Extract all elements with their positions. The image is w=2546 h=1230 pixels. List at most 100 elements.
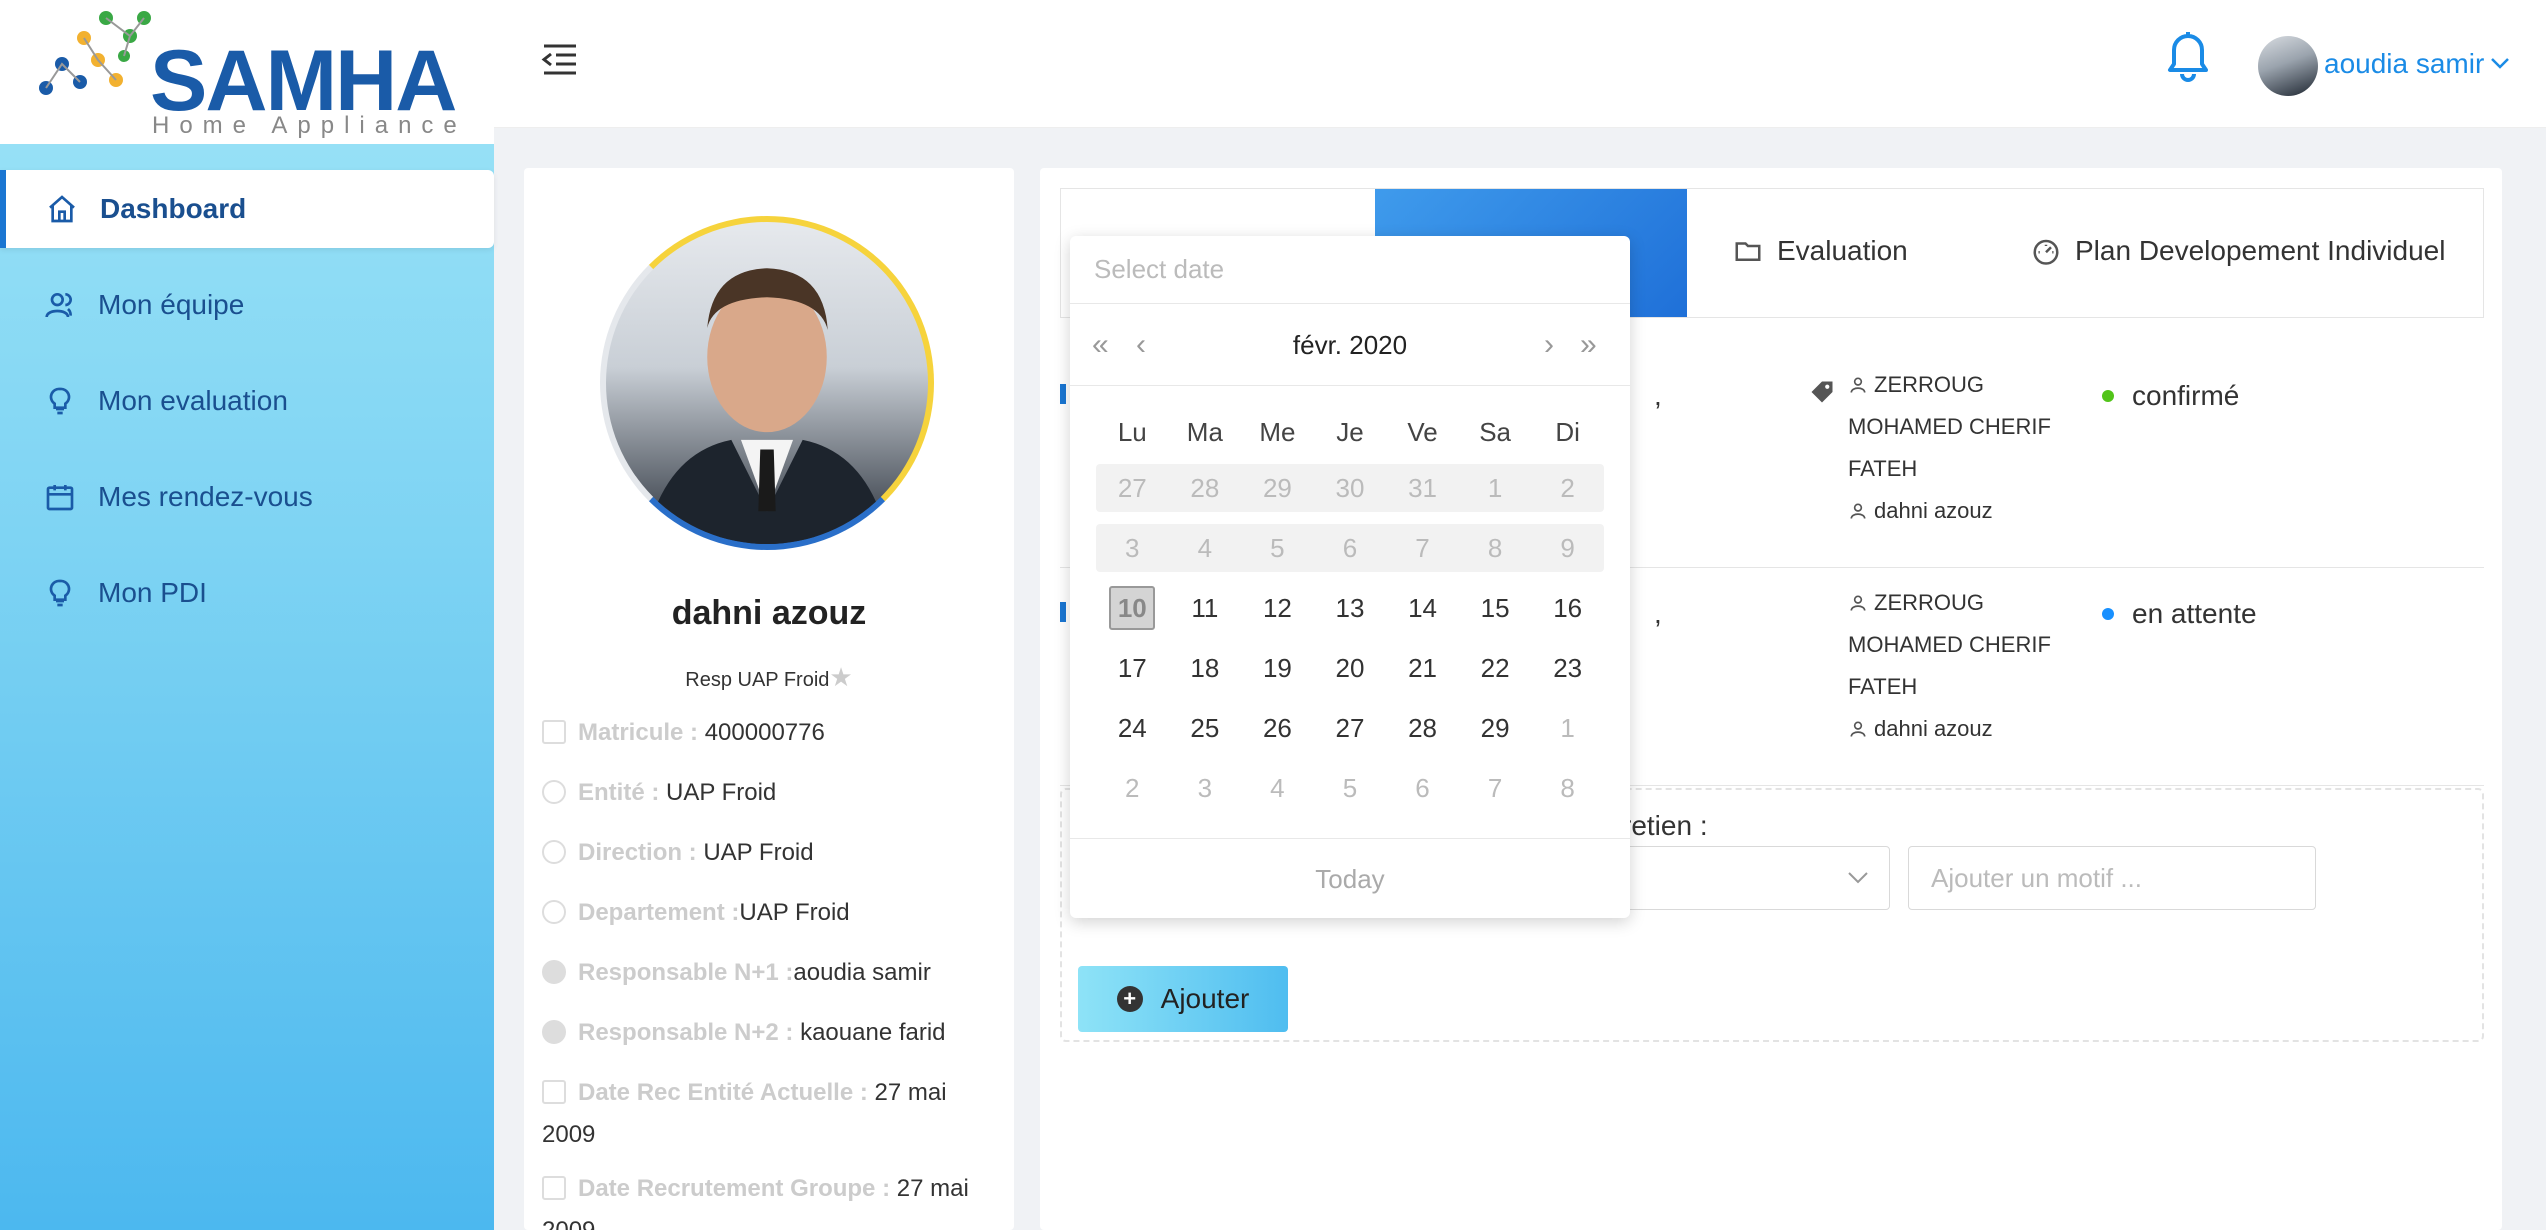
day-cell[interactable]: 2 [1531, 473, 1604, 504]
info-value: aoudia samir [793, 959, 931, 986]
logo-mark-icon [39, 11, 151, 95]
day-cell[interactable]: 8 [1459, 533, 1532, 564]
day-cell[interactable]: 7 [1386, 533, 1459, 564]
day-cell[interactable]: 19 [1241, 653, 1314, 684]
sidebar-item-dashboard[interactable]: Dashboard [0, 170, 494, 248]
user-icon [1850, 721, 1866, 737]
user-name[interactable]: aoudia samir [2324, 48, 2484, 80]
info-value: UAP Froid [703, 839, 814, 866]
info-entite: Entité : UAP Froid [542, 772, 1002, 814]
status-text: confirmé [2132, 380, 2240, 411]
day-cell[interactable]: 1 [1459, 473, 1532, 504]
day-cell[interactable]: 24 [1096, 713, 1169, 744]
day-cell[interactable]: 22 [1459, 653, 1532, 684]
weekday-label: Di [1555, 416, 1580, 447]
day-cell[interactable]: 4 [1169, 533, 1242, 564]
top-header: aoudia samir [494, 0, 2546, 128]
day-cell[interactable]: 12 [1241, 593, 1314, 624]
chevron-down-icon[interactable] [2490, 56, 2510, 70]
code-icon [542, 720, 566, 744]
day-cell[interactable]: 29 [1459, 713, 1532, 744]
interviewer-line: MOHAMED CHERIF [1848, 414, 2051, 439]
weekday-label: Me [1259, 416, 1296, 447]
status-badge: en attente [2102, 598, 2257, 630]
day-cell[interactable]: 3 [1096, 533, 1169, 564]
tab-label: Evaluation [1777, 235, 1908, 266]
info-label: Date Recrutement Groupe : [578, 1175, 897, 1202]
tag-icon [1811, 381, 1833, 403]
profile-role: Resp UAP Froid★ [524, 662, 1014, 693]
day-cell[interactable]: 15 [1459, 593, 1532, 624]
next-month-icon[interactable]: › [1544, 328, 1554, 362]
bell-icon[interactable] [2162, 26, 2214, 84]
weekday-label: Je [1336, 416, 1364, 447]
next-year-icon[interactable]: » [1580, 328, 1597, 362]
day-cell[interactable]: 28 [1386, 713, 1459, 744]
logo[interactable]: SAMHA Home Appliance [0, 0, 494, 144]
day-cell[interactable]: 13 [1314, 593, 1387, 624]
day-cell[interactable]: 30 [1314, 473, 1387, 504]
day-cell[interactable]: 26 [1241, 713, 1314, 744]
day-cell[interactable]: 2 [1096, 773, 1169, 804]
user-icon [1850, 503, 1866, 519]
add-button[interactable]: + Ajouter [1078, 966, 1288, 1032]
sidebar-item-mes-rendez-vous[interactable]: Mes rendez-vous [0, 458, 494, 536]
day-cell[interactable]: 6 [1386, 773, 1459, 804]
day-cell[interactable]: 21 [1386, 653, 1459, 684]
day-cell[interactable]: 7 [1459, 773, 1532, 804]
menu-fold-icon[interactable] [540, 42, 580, 78]
day-cell[interactable]: 6 [1314, 533, 1387, 564]
sidebar-item-label: Mon équipe [98, 289, 245, 320]
employee-name: dahni azouz [1874, 716, 1993, 741]
day-cell[interactable]: 4 [1241, 773, 1314, 804]
tab-label: Plan Developement Individuel [2075, 235, 2446, 266]
interviewer-line: ZERROUG [1874, 590, 1984, 615]
day-cell[interactable]: 28 [1169, 473, 1242, 504]
day-cell[interactable]: 3 [1169, 773, 1242, 804]
day-cell[interactable]: 16 [1531, 593, 1604, 624]
day-cell-selected[interactable]: 10 [1096, 586, 1169, 630]
info-matricule: Matricule : 400000776 [542, 712, 1002, 754]
tab-evaluation[interactable]: Evaluation [1733, 235, 1908, 267]
day-cell[interactable]: 23 [1531, 653, 1604, 684]
sidebar-item-mon-pdi[interactable]: Mon PDI [0, 554, 494, 632]
weekday-row: Lu Ma Me Je Ve Sa Di [1096, 404, 1604, 460]
info-responsable-n2: Responsable N+2 : kaouane farid [542, 1012, 1002, 1054]
status-dot [2102, 608, 2114, 620]
sidebar-item-mon-evaluation[interactable]: Mon evaluation [0, 362, 494, 440]
interviewer: ZERROUG MOHAMED CHERIF FATEH dahni azouz [1848, 364, 2051, 532]
day-cell[interactable]: 17 [1096, 653, 1169, 684]
avatar[interactable] [2258, 36, 2318, 96]
tab-pdi[interactable]: Plan Developement Individuel [2031, 235, 2445, 267]
day-cell[interactable]: 27 [1096, 473, 1169, 504]
day-cell[interactable]: 11 [1169, 593, 1242, 624]
week-row: 10 11 12 13 14 15 16 [1096, 584, 1604, 632]
day-cell[interactable]: 5 [1314, 773, 1387, 804]
info-responsable-n1: Responsable N+1 :aoudia samir [542, 952, 1002, 994]
sidebar-item-mon-equipe[interactable]: Mon équipe [0, 266, 494, 344]
today-button[interactable]: Today [1070, 838, 1630, 918]
star-icon[interactable]: ★ [829, 662, 852, 692]
folder-icon [1735, 242, 1761, 261]
sidebar-nav: Dashboard Mon équipe Mon evaluation Mes … [0, 170, 494, 650]
sidebar-item-label: Dashboard [100, 193, 247, 224]
user-icon [1850, 377, 1866, 393]
day-cell[interactable]: 5 [1241, 533, 1314, 564]
day-cell[interactable]: 1 [1531, 713, 1604, 744]
day-cell[interactable]: 9 [1531, 533, 1604, 564]
day-cell[interactable]: 25 [1169, 713, 1242, 744]
motif-input[interactable]: Ajouter un motif ... [1908, 846, 2316, 910]
day-cell[interactable]: 31 [1386, 473, 1459, 504]
sidebar-item-label: Mes rendez-vous [98, 481, 313, 512]
day-cell[interactable]: 18 [1169, 653, 1242, 684]
date-input[interactable]: Select date [1070, 236, 1630, 304]
calendar-grid: Lu Ma Me Je Ve Sa Di 27 28 29 30 31 1 2 … [1096, 404, 1604, 824]
day-cell[interactable]: 27 [1314, 713, 1387, 744]
sidebar-item-label: Mon evaluation [98, 385, 288, 416]
day-cell[interactable]: 14 [1386, 593, 1459, 624]
day-cell[interactable]: 29 [1241, 473, 1314, 504]
status-badge: confirmé [2102, 380, 2239, 412]
day-cell[interactable]: 8 [1531, 773, 1604, 804]
day-cell[interactable]: 20 [1314, 653, 1387, 684]
calendar-icon [46, 485, 74, 511]
